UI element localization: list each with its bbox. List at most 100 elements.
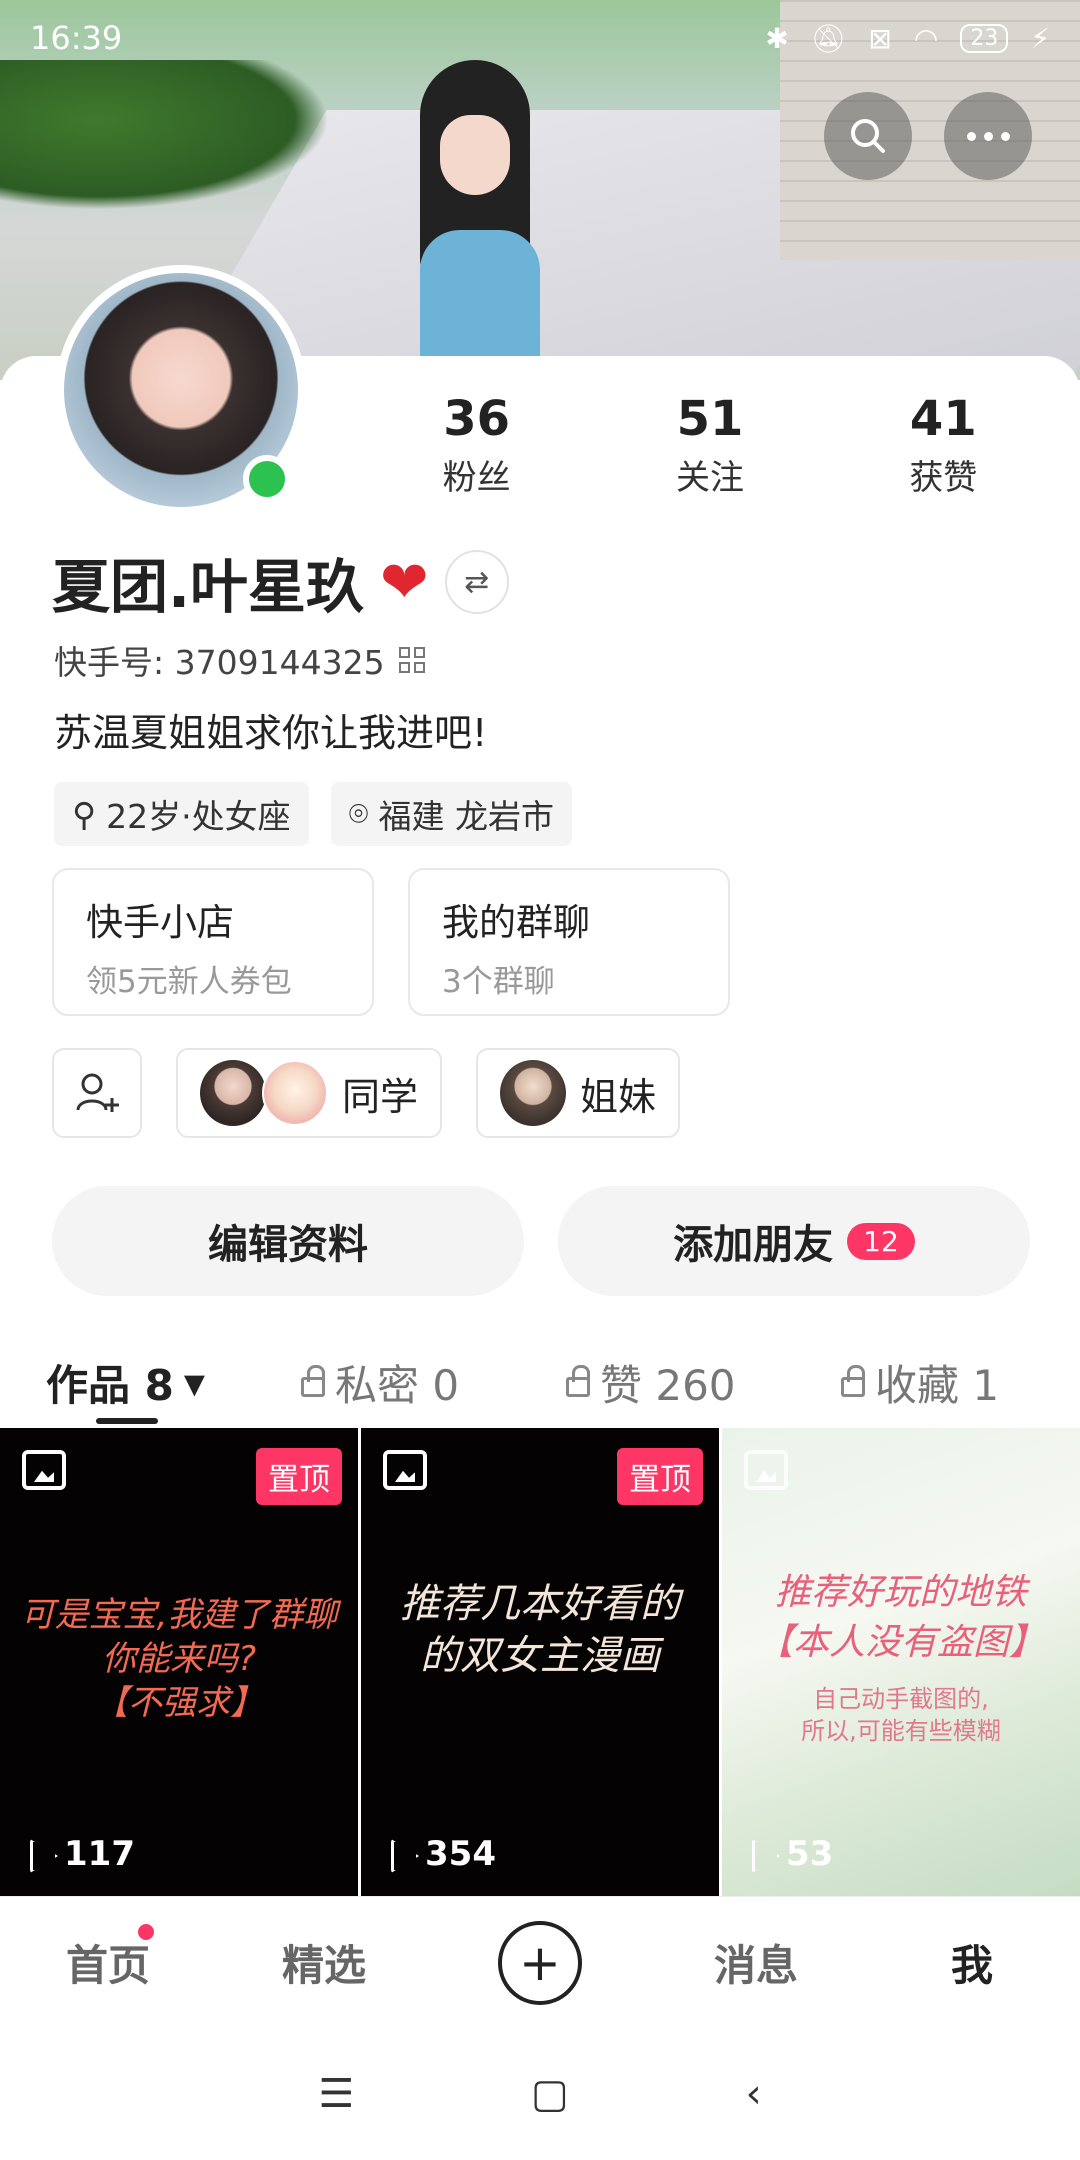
nav-create[interactable]: + [432, 1920, 648, 2005]
profile-name: 夏团.叶星玖 [52, 553, 365, 621]
stat-number: 41 [909, 391, 977, 447]
nav-label: 精选 [281, 1941, 366, 1990]
tab-liked[interactable]: 赞 260 [566, 1352, 841, 1413]
play-icon [391, 1839, 415, 1869]
mute-icon: 🔕︎ [810, 21, 847, 55]
search-icon [851, 119, 885, 153]
lock-icon [301, 1365, 325, 1397]
notification-dot [138, 1924, 154, 1940]
group-classmates[interactable]: 同学 [176, 1048, 443, 1138]
group-label: 姐妹 [580, 1074, 657, 1119]
nav-home[interactable]: 首页 [0, 1924, 216, 1993]
menu-icon[interactable]: ☰ [318, 2071, 354, 2117]
switch-account-button[interactable]: ⇄ [444, 550, 509, 614]
sim-icon: ⊠ [868, 21, 892, 55]
play-count: 354 [391, 1834, 496, 1874]
group-chat-card[interactable]: 我的群聊 3个群聊 [408, 868, 730, 1016]
add-user-icon [76, 1073, 119, 1112]
image-post-icon [383, 1450, 427, 1490]
tab-label: 私密 0 [335, 1360, 460, 1410]
dropdown-arrow-icon: ▾ [183, 1357, 205, 1407]
card-subtitle: 3个群聊 [442, 964, 555, 1000]
tag-location: ⌾ 福建 龙岩市 [330, 782, 572, 846]
switch-icon: ⇄ [464, 564, 490, 600]
more-icon [966, 131, 1010, 141]
tab-favorites[interactable]: 收藏 1 [841, 1352, 999, 1413]
member-avatar [500, 1060, 567, 1126]
play-icon [752, 1839, 776, 1869]
add-friend-button[interactable]: 添加朋友 12 [558, 1186, 1030, 1296]
profile-actions: 编辑资料 添加朋友 12 [52, 1186, 1030, 1296]
battery-icon: 23 [960, 23, 1009, 53]
charging-icon: ⚡ [1030, 21, 1050, 55]
play-count-value: 117 [64, 1834, 135, 1874]
pinned-badge: 置顶 [617, 1448, 703, 1505]
tab-works[interactable]: 作品 8 ▾ [46, 1352, 301, 1413]
play-count: 53 [752, 1834, 833, 1874]
online-status-dot [243, 455, 291, 503]
stat-label: 获赞 [909, 458, 978, 498]
location-icon: ⌾ [348, 794, 369, 833]
nav-me[interactable]: 我 [864, 1932, 1080, 1993]
tag-label: 22岁·处女座 [106, 797, 291, 836]
play-count-value: 53 [786, 1834, 834, 1874]
nav-label: 消息 [713, 1941, 798, 1990]
more-button[interactable] [944, 92, 1032, 180]
stat-number: 36 [443, 391, 511, 447]
bluetooth-icon: ✱ [765, 21, 789, 55]
add-group-button[interactable] [52, 1048, 142, 1138]
image-post-icon [22, 1450, 66, 1490]
post-tile[interactable]: 置顶 可是宝宝,我建了群聊 你能来吗? 【不强求】 117 [0, 1428, 358, 1896]
tag-label: 福建 龙岩市 [378, 797, 554, 836]
edit-profile-label: 编辑资料 [208, 1222, 368, 1268]
profile-stats: 36 粉丝 51 关注 41 获赞 [360, 390, 1060, 499]
image-post-icon [744, 1450, 788, 1490]
card-title: 快手小店 [86, 901, 234, 944]
system-nav-bar: ☰ ▢ ‹ [0, 2028, 1080, 2160]
search-button[interactable] [824, 92, 912, 180]
post-subcaption: 自己动手截图的, 所以,可能有些模糊 [801, 1685, 1001, 1745]
card-title: 我的群聊 [442, 901, 590, 944]
home-icon[interactable]: ▢ [531, 2071, 569, 2117]
back-icon[interactable]: ‹ [746, 2071, 762, 2117]
tag-age: ⚲ 22岁·处女座 [54, 782, 309, 846]
play-count: 117 [30, 1834, 135, 1874]
edit-profile-button[interactable]: 编辑资料 [52, 1186, 524, 1296]
stat-following[interactable]: 51 关注 [593, 390, 826, 499]
status-time: 16:39 [30, 19, 123, 57]
tab-label: 收藏 1 [875, 1360, 1000, 1410]
nav-messages[interactable]: 消息 [648, 1932, 864, 1993]
post-tile[interactable]: 置顶 推荐几本好看的 的双女主漫画 354 [361, 1428, 719, 1896]
shop-card[interactable]: 快手小店 领5元新人券包 [52, 868, 374, 1016]
member-avatar [262, 1060, 328, 1126]
stat-followers[interactable]: 36 粉丝 [360, 390, 593, 499]
profile-tags: ⚲ 22岁·处女座 ⌾ 福建 龙岩市 [54, 782, 572, 846]
kuaishou-id[interactable]: 快手号: 3709144325 [54, 636, 425, 684]
nav-label: 首页 [65, 1941, 150, 1990]
stat-number: 51 [676, 391, 744, 447]
feature-cards: 快手小店 领5元新人券包 我的群聊 3个群聊 [52, 868, 730, 1016]
post-tile[interactable]: 推荐好玩的地铁 【本人没有盗图】 自己动手截图的, 所以,可能有些模糊 53 [722, 1428, 1080, 1896]
post-caption: 推荐好玩的地铁 【本人没有盗图】 [756, 1572, 1045, 1663]
tab-label: 赞 260 [600, 1360, 736, 1410]
tab-private[interactable]: 私密 0 [301, 1352, 566, 1413]
status-icons: ✱ 🔕︎ ⊠ ◠ 23 ⚡ [765, 22, 1050, 55]
stat-likes[interactable]: 41 获赞 [827, 390, 1060, 499]
nav-label: 我 [950, 1941, 993, 1990]
add-friend-label: 添加朋友 [673, 1222, 834, 1268]
nav-featured[interactable]: 精选 [216, 1932, 432, 1993]
pinned-badge: 置顶 [256, 1448, 342, 1505]
name-row: 夏团.叶星玖 ❤ ⇄ [52, 540, 509, 624]
plus-icon: + [498, 1920, 582, 2005]
cover-character [380, 60, 580, 380]
tab-label: 作品 8 [46, 1360, 174, 1410]
kuaishou-id-text: 快手号: 3709144325 [54, 643, 385, 682]
post-caption: 推荐几本好看的 的双女主漫画 [400, 1581, 680, 1679]
lock-icon [841, 1365, 865, 1397]
wifi-icon: ◠ [913, 21, 939, 55]
qr-code-icon[interactable] [398, 647, 425, 673]
group-sisters[interactable]: 姐妹 [476, 1048, 681, 1138]
add-friend-badge: 12 [847, 1222, 915, 1260]
stat-label: 粉丝 [442, 458, 511, 498]
member-avatar [200, 1060, 266, 1126]
